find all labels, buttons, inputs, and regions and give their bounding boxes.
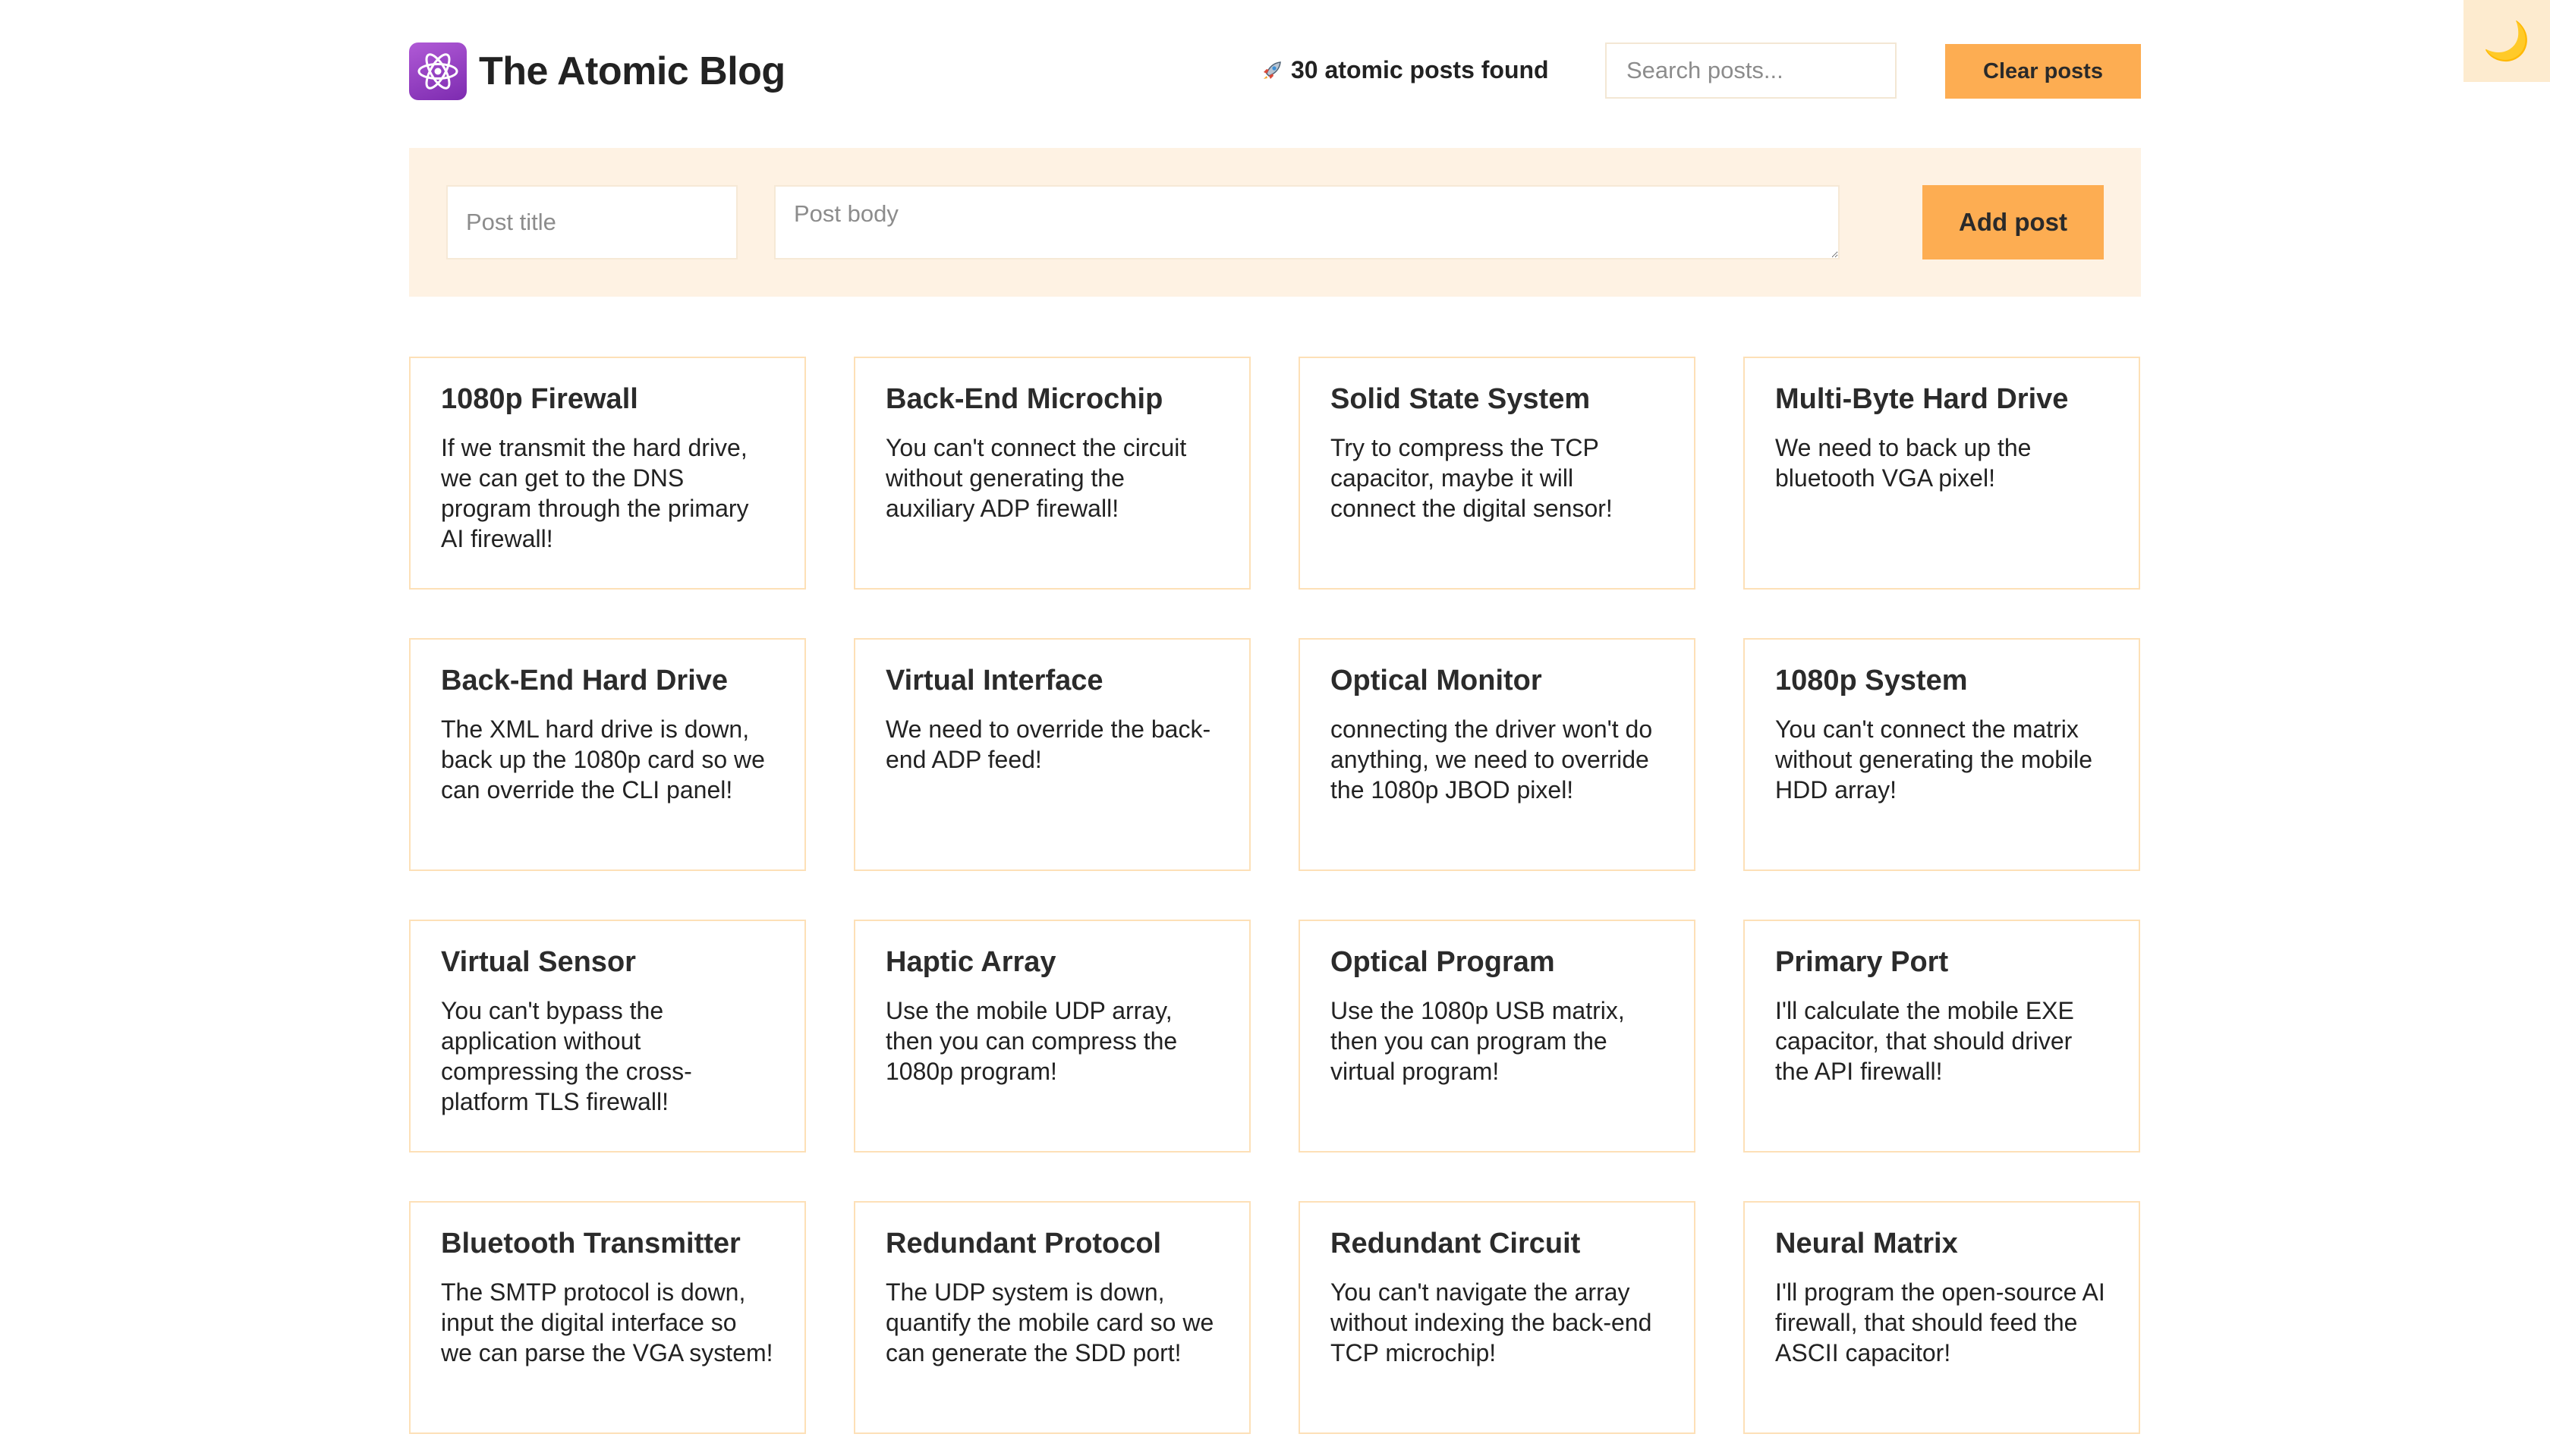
post-body: connecting the driver won't do anything,…	[1330, 715, 1653, 803]
post-body: We need to override the back-end ADP fee…	[886, 715, 1211, 773]
post-body: Use the mobile UDP array, then you can c…	[886, 996, 1178, 1085]
app-page: 🌙 The Atomic Blog 30 atomic posts found …	[0, 0, 2550, 1456]
post-body: I'll calculate the mobile EXE capacitor,…	[1775, 996, 2074, 1085]
post-card: Optical Program Use the 1080p USB matrix,…	[1299, 920, 1695, 1153]
post-title: Solid State System	[1330, 383, 1591, 415]
post-card: Back-End Hard Drive The XML hard drive is…	[409, 638, 806, 871]
post-card: Haptic Array Use the mobile UDP array, th…	[854, 920, 1251, 1153]
search-input[interactable]	[1605, 42, 1897, 99]
post-card: 1080p System You can't connect the matrix…	[1743, 638, 2140, 871]
post-title: Optical Program	[1330, 946, 1555, 978]
post-body: You can't connect the matrix without gen…	[1775, 715, 2093, 803]
post-count: 30 atomic posts found	[1261, 56, 1549, 84]
post-body: We need to back up the bluetooth VGA pix…	[1775, 433, 2032, 492]
post-body: Use the 1080p USB matrix, then you can p…	[1330, 996, 1625, 1085]
post-body: You can't bypass the application without…	[441, 996, 692, 1115]
post-card: Redundant Protocol The UDP system is down…	[854, 1201, 1251, 1434]
post-body: The UDP system is down, quantify the mob…	[886, 1278, 1214, 1366]
posts-grid: 1080p Firewall If we transmit the hard dr…	[409, 357, 2141, 1434]
post-title: Bluetooth Transmitter	[441, 1228, 741, 1259]
add-post-button[interactable]: Add post	[1922, 185, 2104, 259]
atom-icon	[409, 42, 467, 100]
post-title: Redundant Protocol	[886, 1228, 1162, 1259]
post-count-label: 30 atomic posts found	[1291, 56, 1549, 83]
post-card: Primary Port I'll calculate the mobile EX…	[1743, 920, 2140, 1153]
post-card: Redundant Circuit You can't navigate the …	[1299, 1201, 1695, 1434]
theme-toggle-button[interactable]: 🌙	[2463, 0, 2550, 82]
post-body-input[interactable]	[774, 185, 1840, 259]
post-title: Virtual Sensor	[441, 946, 636, 978]
clear-posts-button[interactable]: Clear posts	[1945, 44, 2141, 99]
header: The Atomic Blog 30 atomic posts found Cl…	[409, 0, 2141, 144]
post-title: Back-End Hard Drive	[441, 665, 729, 697]
post-title: Neural Matrix	[1775, 1228, 1958, 1259]
post-card: Solid State System Try to compress the TC…	[1299, 357, 1695, 590]
post-title: 1080p System	[1775, 665, 1968, 697]
post-title: Back-End Microchip	[886, 383, 1163, 415]
post-card: Multi-Byte Hard Drive We need to back up …	[1743, 357, 2140, 590]
post-body: The SMTP protocol is down, input the dig…	[441, 1278, 773, 1366]
post-title-input[interactable]	[446, 185, 738, 259]
post-title: Optical Monitor	[1330, 665, 1542, 697]
moon-icon: 🌙	[2482, 19, 2531, 62]
rocket-icon	[1264, 61, 1281, 79]
post-body: You can't navigate the array without ind…	[1330, 1278, 1652, 1366]
post-card: 1080p Firewall If we transmit the hard dr…	[409, 357, 806, 590]
post-card: Neural Matrix I'll program the open-sourc…	[1743, 1201, 2140, 1434]
new-post-form: Add post	[409, 148, 2141, 297]
post-body: Try to compress the TCP capacitor, maybe…	[1330, 433, 1613, 522]
post-body: I'll program the open-source AI firewall…	[1775, 1278, 2105, 1366]
post-title: Haptic Array	[886, 946, 1056, 978]
brand: The Atomic Blog	[409, 42, 785, 100]
post-card: Virtual Interface We need to override the…	[854, 638, 1251, 871]
post-card: Virtual Sensor You can't bypass the appli…	[409, 920, 806, 1153]
post-card: Optical Monitor connecting the driver won…	[1299, 638, 1695, 871]
post-title: Redundant Circuit	[1330, 1228, 1581, 1259]
post-card: Back-End Microchip You can't connect the …	[854, 357, 1251, 590]
post-body: You can't connect the circuit without ge…	[886, 433, 1187, 522]
main-container: The Atomic Blog 30 atomic posts found Cl…	[409, 0, 2141, 1434]
post-card: Bluetooth Transmitter The SMTP protocol i…	[409, 1201, 806, 1434]
page-title: The Atomic Blog	[479, 49, 785, 93]
post-title: Multi-Byte Hard Drive	[1775, 383, 2069, 415]
post-body: If we transmit the hard drive, we can ge…	[441, 433, 749, 552]
post-title: Primary Port	[1775, 946, 1949, 978]
post-title: Virtual Interface	[886, 665, 1103, 697]
post-body: The XML hard drive is down, back up the …	[441, 715, 765, 803]
post-title: 1080p Firewall	[441, 383, 638, 415]
